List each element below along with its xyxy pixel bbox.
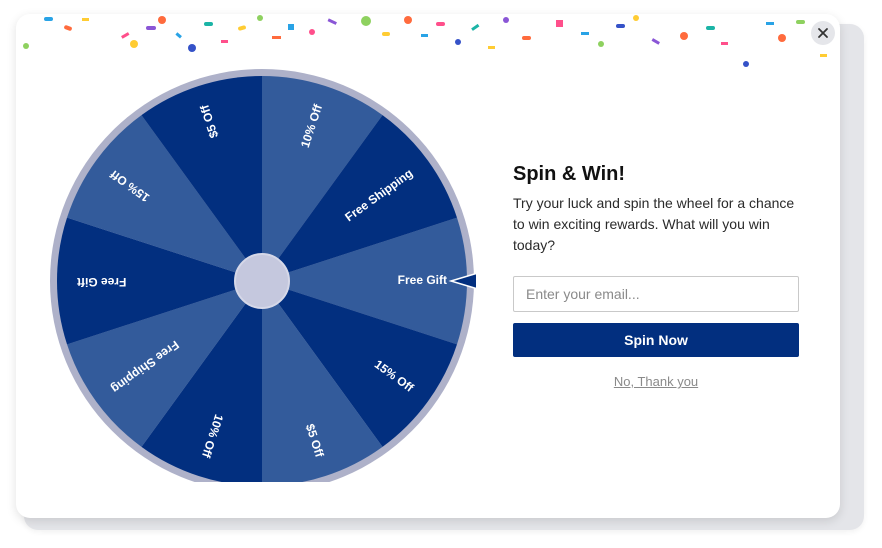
popup-content: Spin & Win! Try your luck and spin the w… xyxy=(513,162,799,389)
spin-win-popup: Free Gift 15% Off $5 Off 10% Off Free Shippi… xyxy=(16,14,840,518)
popup-description: Try your luck and spin the wheel for a c… xyxy=(513,195,795,253)
wheel-hub xyxy=(234,253,290,309)
close-button[interactable] xyxy=(811,21,835,45)
no-thanks-link[interactable]: No, Thank you xyxy=(513,374,799,389)
popup-title: Spin & Win! xyxy=(513,163,626,185)
wheel-segment-label: Free Gift xyxy=(398,273,447,287)
wheel-segment-label: Free Gift xyxy=(77,275,126,289)
email-input[interactable] xyxy=(513,276,799,312)
spin-now-button[interactable]: Spin Now xyxy=(513,323,799,357)
prize-wheel[interactable]: Free Gift15% Off$5 Off10% OffFree Shippi… xyxy=(48,54,476,482)
close-icon xyxy=(818,28,828,38)
